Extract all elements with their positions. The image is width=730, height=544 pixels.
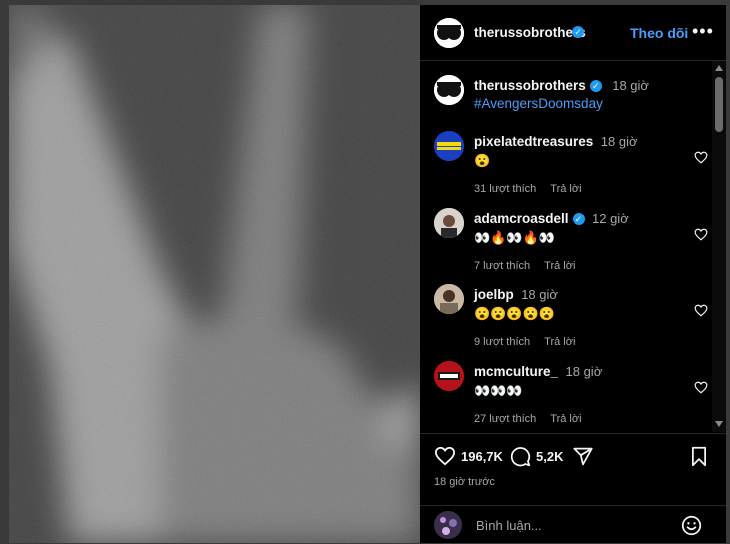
author-username[interactable]: therussobrothers bbox=[474, 25, 586, 40]
comment-composer: Bình luận... bbox=[420, 505, 726, 544]
comment-likes[interactable]: 7 lượt thích bbox=[474, 260, 530, 272]
comment-time: 18 giờ bbox=[521, 287, 558, 302]
comment-avatar[interactable] bbox=[434, 284, 464, 314]
verified-badge-icon: ✓ bbox=[589, 79, 602, 92]
comment-username-row: adamcroasdell ✓ 12 giờ bbox=[474, 210, 629, 228]
comment-avatar-icon bbox=[434, 131, 464, 161]
author-avatar[interactable] bbox=[434, 18, 464, 48]
verified-badge-icon: ✓ bbox=[572, 26, 584, 38]
comment-meta: 7 lượt thích Trả lời bbox=[474, 260, 589, 272]
post-header: therussobrothers ✓ Theo dõi ••• bbox=[420, 5, 726, 61]
comment-username-row: joelbp 18 giờ bbox=[474, 286, 558, 304]
comment-time: 18 giờ bbox=[565, 364, 603, 379]
like-comment-icon[interactable] bbox=[694, 304, 708, 317]
comment-username-row: mcmculture_ 18 giờ bbox=[474, 363, 602, 381]
comment-meta: 9 lượt thích Trả lời bbox=[474, 336, 589, 348]
share-action bbox=[572, 446, 594, 467]
comment-username[interactable]: pixelatedtreasures bbox=[474, 134, 593, 149]
like-icon[interactable] bbox=[434, 446, 456, 466]
comment-avatar[interactable] bbox=[434, 361, 464, 391]
like-comment-icon[interactable] bbox=[694, 151, 708, 164]
comment-meta: 31 lượt thích Trả lời bbox=[474, 183, 596, 195]
follow-button[interactable]: Theo dõi bbox=[630, 25, 688, 41]
caption-username-row: therussobrothers ✓ 18 giờ bbox=[474, 77, 649, 95]
comment-avatar-icon bbox=[434, 208, 464, 238]
comment-likes[interactable]: 9 lượt thích bbox=[474, 336, 530, 348]
comment-avatar[interactable] bbox=[434, 131, 464, 161]
like-count[interactable]: 196,7K bbox=[461, 449, 503, 464]
scroll-up-icon[interactable] bbox=[715, 65, 723, 71]
comment-count[interactable]: 5,2K bbox=[536, 449, 563, 464]
like-comment-icon[interactable] bbox=[694, 228, 708, 241]
caption-username[interactable]: therussobrothers bbox=[474, 78, 586, 93]
comment-avatar-icon bbox=[434, 361, 464, 391]
comment-input[interactable]: Bình luận... bbox=[476, 518, 542, 533]
comment-icon[interactable] bbox=[510, 446, 531, 467]
comment-username-row: pixelatedtreasures 18 giờ bbox=[474, 133, 637, 151]
comment-time: 12 giờ bbox=[592, 211, 629, 226]
more-options-icon[interactable]: ••• bbox=[692, 21, 714, 42]
comments-scrollbar[interactable] bbox=[712, 61, 726, 432]
post-image-graphic bbox=[9, 5, 420, 543]
post-actions: 196,7K 5,2K 18 giờ trước bbox=[420, 433, 726, 506]
viewer-avatar[interactable] bbox=[434, 511, 462, 539]
reply-button[interactable]: Trả lời bbox=[544, 260, 575, 272]
comment-text: 😮😮😮😮😮 bbox=[474, 306, 555, 321]
caption-avatar[interactable] bbox=[434, 75, 464, 105]
comment-avatar-icon bbox=[434, 284, 464, 314]
comment-action: 5,2K bbox=[510, 446, 563, 467]
comment-text: 😮 bbox=[474, 153, 491, 168]
comment-username[interactable]: mcmculture_ bbox=[474, 364, 558, 379]
comment-meta: 27 lượt thích Trả lời bbox=[474, 413, 596, 425]
share-icon[interactable] bbox=[572, 446, 594, 467]
reply-button[interactable]: Trả lời bbox=[544, 336, 575, 348]
author-avatar-icon bbox=[434, 18, 464, 48]
comment-text: 👀🔥👀🔥👀 bbox=[474, 230, 555, 245]
comment-time: 18 giờ bbox=[600, 134, 638, 149]
viewer-avatar-icon bbox=[434, 511, 462, 539]
comment-avatar[interactable] bbox=[434, 208, 464, 238]
post-side-panel: therussobrothers ✓ Theo dõi ••• therusso… bbox=[420, 5, 726, 543]
scroll-down-icon[interactable] bbox=[715, 421, 723, 427]
comment-text: 👀👀👀 bbox=[474, 383, 523, 398]
post-image bbox=[9, 5, 420, 543]
caption-avatar-icon bbox=[434, 75, 464, 105]
comment-username[interactable]: adamcroasdell bbox=[474, 211, 569, 226]
bookmark-icon[interactable] bbox=[690, 446, 708, 467]
scrollbar-thumb[interactable] bbox=[715, 77, 723, 132]
save-action bbox=[690, 446, 708, 467]
caption-hashtag[interactable]: #AvengersDoomsday bbox=[474, 96, 603, 111]
emoji-icon[interactable] bbox=[681, 515, 702, 536]
reply-button[interactable]: Trả lời bbox=[550, 183, 581, 195]
reply-button[interactable]: Trả lời bbox=[550, 413, 581, 425]
post-time: 18 giờ trước bbox=[434, 476, 495, 488]
caption-time: 18 giờ bbox=[612, 78, 649, 93]
like-action: 196,7K bbox=[434, 446, 503, 466]
like-comment-icon[interactable] bbox=[694, 381, 708, 394]
comments-list: therussobrothers ✓ 18 giờ #AvengersDoomsd… bbox=[420, 61, 726, 433]
comment-likes[interactable]: 27 lượt thích bbox=[474, 413, 536, 425]
comment-username[interactable]: joelbp bbox=[474, 287, 514, 302]
comment-likes[interactable]: 31 lượt thích bbox=[474, 183, 536, 195]
verified-badge-icon: ✓ bbox=[572, 212, 585, 225]
